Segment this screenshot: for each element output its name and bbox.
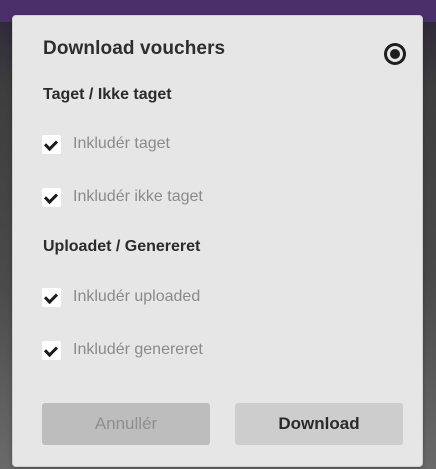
checkbox-row-include-uploaded[interactable]: Inkludér uploaded bbox=[42, 286, 200, 308]
section-heading-taget: Taget / Ikke taget bbox=[43, 86, 172, 103]
checkbox-label: Inkludér uploaded bbox=[73, 288, 201, 305]
checkbox-row-include-taget[interactable]: Inkludér taget bbox=[42, 133, 170, 155]
checkbox-include-genereret[interactable] bbox=[42, 340, 61, 360]
checkmark-icon bbox=[43, 189, 59, 204]
checkbox-label: Inkludér taget bbox=[73, 135, 170, 152]
download-vouchers-dialog: Download vouchers Taget / Ikke taget Ink… bbox=[13, 16, 422, 466]
checkbox-include-taget[interactable] bbox=[42, 134, 61, 154]
download-button[interactable]: Download bbox=[235, 403, 403, 445]
section-heading-uploadet: Uploadet / Genereret bbox=[43, 238, 201, 255]
checkmark-icon bbox=[43, 342, 59, 357]
checkbox-row-include-genereret[interactable]: Inkludér genereret bbox=[42, 339, 203, 361]
cancel-button[interactable]: Annullér bbox=[42, 403, 210, 445]
close-circle-icon[interactable] bbox=[384, 43, 406, 65]
checkbox-label: Inkludér ikke taget bbox=[73, 188, 203, 205]
checkbox-include-ikke-taget[interactable] bbox=[42, 187, 61, 207]
checkbox-include-uploaded[interactable] bbox=[42, 287, 61, 307]
checkbox-row-include-ikke-taget[interactable]: Inkludér ikke taget bbox=[42, 186, 203, 208]
checkmark-icon bbox=[43, 136, 59, 151]
checkbox-label: Inkludér genereret bbox=[73, 341, 203, 358]
checkmark-icon bbox=[43, 289, 59, 304]
dialog-title: Download vouchers bbox=[43, 38, 226, 59]
